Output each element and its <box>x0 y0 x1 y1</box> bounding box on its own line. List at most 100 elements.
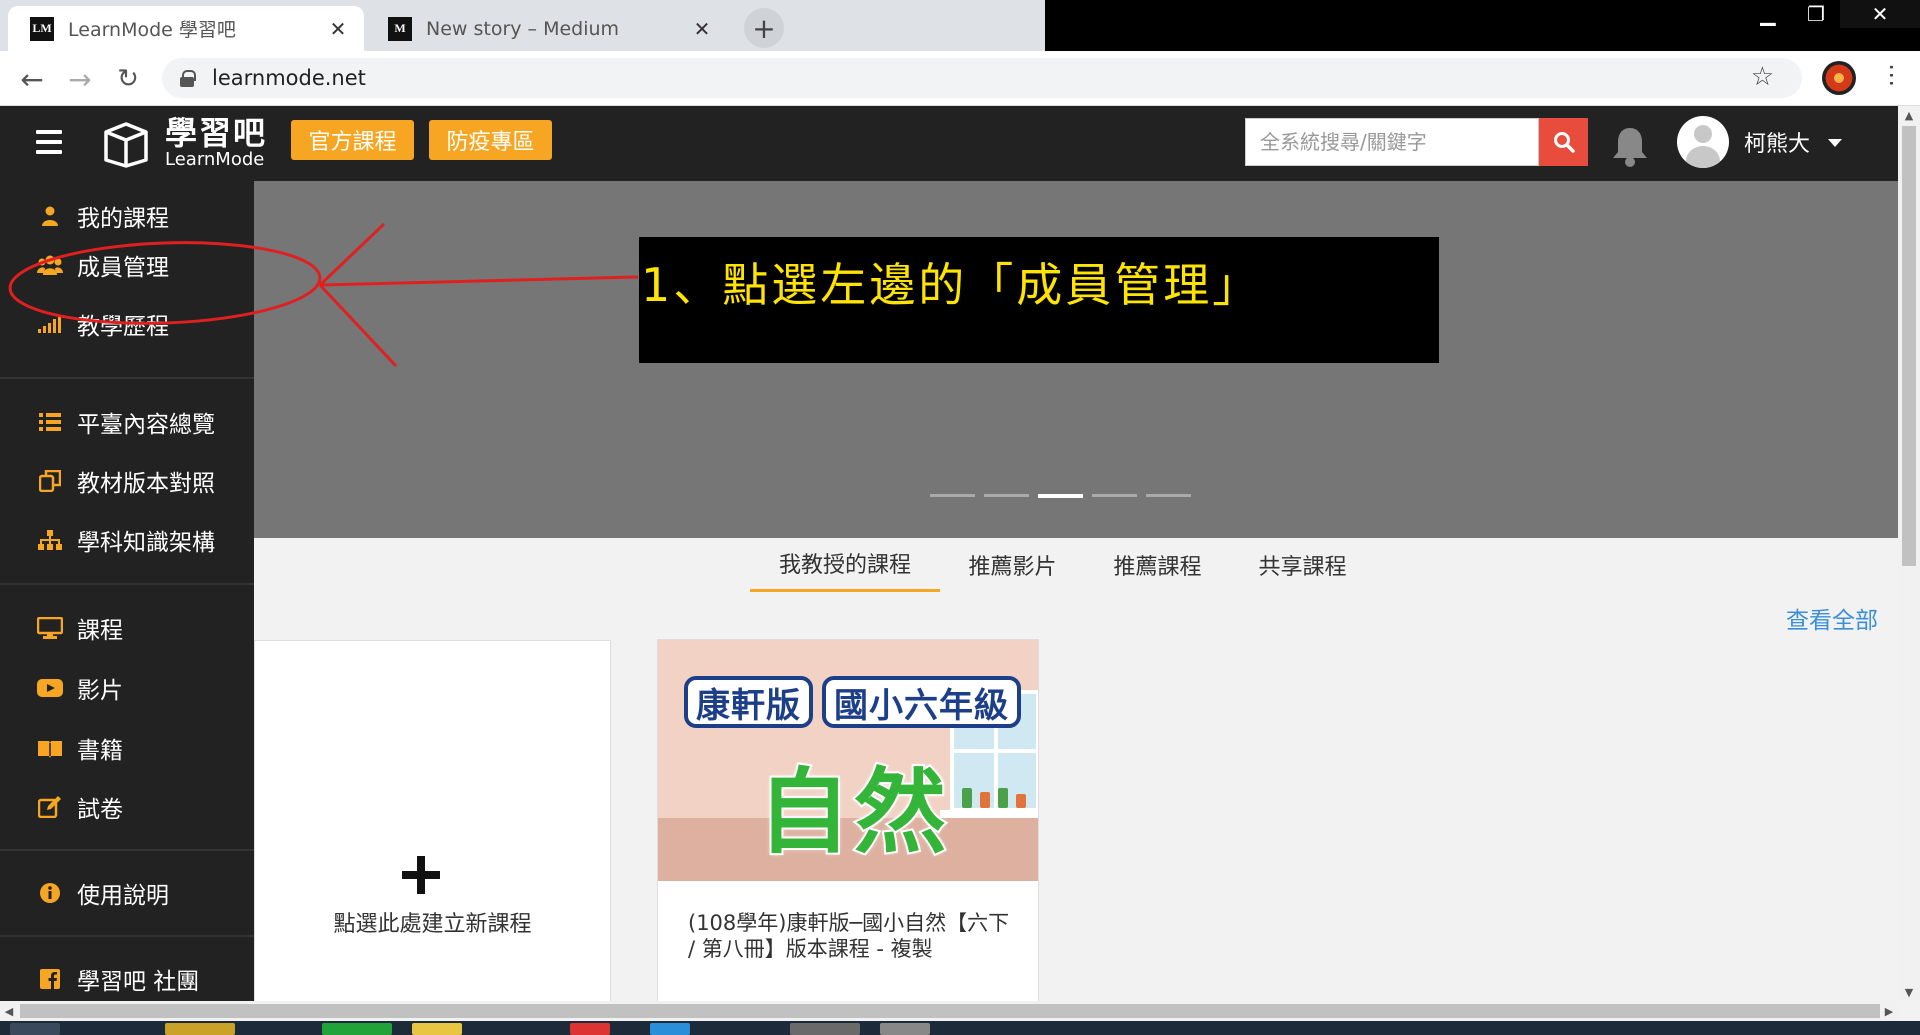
logo-en: LearnMode <box>165 149 265 170</box>
sidebar-item-knowledge-structure[interactable]: 學科知識架構 <box>0 517 254 563</box>
sidebar-item-label: 學習吧 社團 <box>77 969 200 995</box>
hamburger-menu-icon[interactable] <box>36 130 62 154</box>
browser-tab-medium[interactable]: M New story – Medium ✕ <box>366 6 728 51</box>
sidebar-item-books[interactable]: 書籍 <box>0 725 254 771</box>
desktop-icon <box>37 615 63 641</box>
course-title[interactable]: (108學年)康軒版─國小自然【六下 / 第八冊】版本課程 - 複製 <box>688 910 1018 962</box>
search-icon <box>1553 132 1575 153</box>
back-icon[interactable]: ← <box>14 61 50 97</box>
sidebar-item-textbook-versions[interactable]: 教材版本對照 <box>0 458 254 504</box>
new-tab-button[interactable]: + <box>744 8 784 48</box>
plant-icon <box>980 792 990 808</box>
carousel-dot[interactable] <box>1146 494 1191 497</box>
taskbar-app-icon[interactable] <box>165 1023 235 1035</box>
logo-zh: 學習吧 <box>165 114 268 152</box>
instruction-callout: 1、點選左邊的「成員管理」 <box>639 237 1439 363</box>
url-text: learnmode.net <box>212 66 366 90</box>
epidemic-zone-button[interactable]: 防疫專區 <box>429 120 552 160</box>
create-course-card[interactable]: 點選此處建立新課程 <box>254 640 611 1020</box>
sidebar-item-exams[interactable]: 試卷 <box>0 784 254 830</box>
close-tab-icon[interactable]: ✕ <box>326 17 350 41</box>
scroll-up-icon[interactable]: ▲ <box>1898 106 1920 124</box>
annotation-ellipse-arrow <box>8 222 639 368</box>
plus-icon <box>402 856 440 894</box>
reload-icon[interactable]: ↻ <box>110 61 146 97</box>
sitemap-icon <box>37 527 63 553</box>
sidebar-item-community[interactable]: 學習吧 社團 <box>0 956 254 1002</box>
window-controls: ▁ ❐ ✕ <box>1744 0 1920 28</box>
search-input[interactable] <box>1245 118 1539 166</box>
chevron-down-icon[interactable] <box>1828 139 1842 147</box>
book-icon <box>37 735 63 761</box>
username[interactable]: 柯熊大 <box>1744 126 1810 158</box>
taskbar-app-icon[interactable] <box>322 1023 392 1035</box>
course-tabs: 我教授的課程 推薦影片 推薦課程 共享課程 <box>750 537 1375 592</box>
tab-recommended-courses[interactable]: 推薦課程 <box>1085 537 1230 592</box>
maximize-icon[interactable]: ❐ <box>1792 0 1840 28</box>
carousel-dot-active[interactable] <box>1038 494 1083 498</box>
taskbar-start-icon[interactable] <box>10 1023 60 1035</box>
youtube-icon <box>37 675 63 701</box>
site-logo[interactable]: 學習吧 LearnMode <box>165 116 267 170</box>
plant-icon <box>998 788 1008 808</box>
url-input[interactable]: learnmode.net ☆ <box>162 58 1802 98</box>
sidebar-item-label: 平臺內容總覽 <box>77 412 215 438</box>
tab-title: New story – Medium <box>426 17 620 40</box>
facebook-icon <box>37 966 63 992</box>
search-button[interactable] <box>1539 118 1588 166</box>
vertical-scrollbar[interactable]: ▲ ▼ <box>1898 106 1920 1001</box>
sidebar-item-courses[interactable]: 課程 <box>0 605 254 651</box>
close-tab-icon[interactable]: ✕ <box>690 17 714 41</box>
highlight-ellipse <box>8 241 322 325</box>
horizontal-scrollbar[interactable]: ◀ ▶ <box>0 1001 1898 1021</box>
bell-icon[interactable] <box>1608 124 1652 168</box>
tab-my-taught-courses[interactable]: 我教授的課程 <box>750 537 940 592</box>
user-avatar[interactable] <box>1677 116 1729 168</box>
view-all-link[interactable]: 查看全部 <box>1786 601 1878 635</box>
edit-icon <box>37 794 63 820</box>
sidebar-item-user-guide[interactable]: 使用說明 <box>0 870 254 916</box>
carousel-dot[interactable] <box>984 494 1029 497</box>
arrow-shaft <box>319 275 639 287</box>
official-courses-button[interactable]: 官方課程 <box>291 120 414 160</box>
sidebar-item-label: 使用說明 <box>77 883 169 909</box>
sidebar-item-platform-overview[interactable]: 平臺內容總覽 <box>0 399 254 445</box>
book-logo-icon <box>104 122 148 168</box>
course-thumbnail: 康軒版 國小六年級 自然 <box>658 640 1038 881</box>
tab-recommended-videos[interactable]: 推薦影片 <box>940 537 1085 592</box>
sidebar-divider <box>0 583 254 585</box>
site-header: 學習吧 LearnMode 官方課程 防疫專區 柯熊大 <box>0 106 1898 181</box>
forward-icon[interactable]: → <box>62 61 98 97</box>
grade-badge: 國小六年級 <box>822 676 1021 728</box>
minimize-icon[interactable]: ▁ <box>1744 0 1792 28</box>
info-icon <box>37 880 63 906</box>
address-bar: ← → ↻ learnmode.net ☆ ⋯ <box>0 51 1920 106</box>
taskbar-app-icon[interactable] <box>412 1023 462 1035</box>
subject-title: 自然 <box>756 757 951 868</box>
scroll-down-icon[interactable]: ▼ <box>1898 983 1920 1001</box>
scroll-right-icon[interactable]: ▶ <box>1880 1001 1898 1021</box>
profile-avatar-icon[interactable] <box>1822 61 1856 95</box>
taskbar-app-icon[interactable] <box>790 1023 860 1035</box>
carousel-dot[interactable] <box>930 494 975 497</box>
taskbar-app-icon[interactable] <box>570 1023 610 1035</box>
lock-icon <box>180 70 196 87</box>
taskbar-app-icon[interactable] <box>650 1023 690 1035</box>
course-card[interactable]: 康軒版 國小六年級 自然 (108學年)康軒版─國小自然【六下 / 第八冊】版本… <box>657 639 1039 1019</box>
sidebar-item-label: 影片 <box>77 678 123 704</box>
browser-menu-icon[interactable]: ⋯ <box>1878 63 1906 87</box>
scrollbar-thumb[interactable] <box>1902 126 1916 566</box>
taskbar-app-icon[interactable] <box>880 1023 930 1035</box>
os-taskbar <box>0 1021 1920 1035</box>
window-close-icon[interactable]: ✕ <box>1840 0 1920 28</box>
sidebar-item-videos[interactable]: 影片 <box>0 665 254 711</box>
site-search <box>1245 118 1588 166</box>
tab-shared-courses[interactable]: 共享課程 <box>1230 537 1375 592</box>
browser-tab-learnmode[interactable]: LM LearnMode 學習吧 ✕ <box>8 6 364 51</box>
scroll-left-icon[interactable]: ◀ <box>0 1001 18 1021</box>
arrow-head-top <box>318 222 386 287</box>
tab-title: LearnMode 學習吧 <box>68 19 236 41</box>
carousel-dot[interactable] <box>1092 494 1137 497</box>
scrollbar-thumb[interactable] <box>20 1004 1880 1018</box>
bookmark-star-icon[interactable]: ☆ <box>1751 62 1774 92</box>
